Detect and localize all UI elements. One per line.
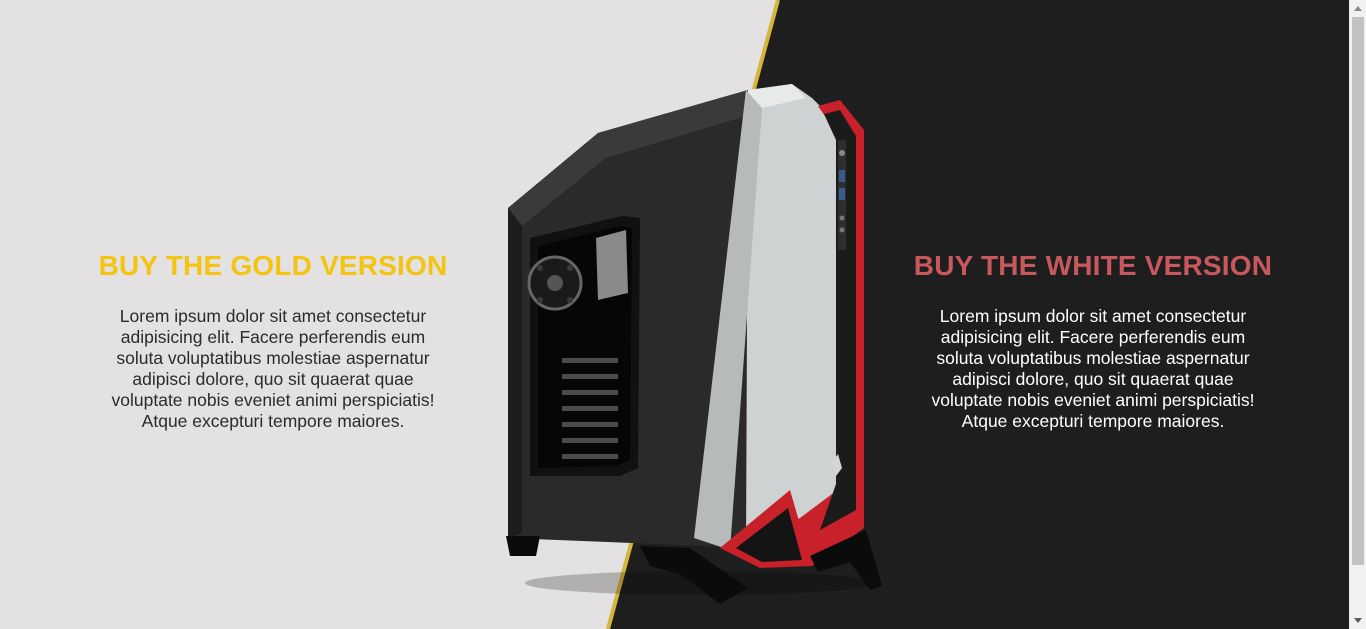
scrollbar-thumb[interactable] xyxy=(1352,17,1364,565)
split-landing-page: BUY THE GOLD VERSION Lorem ipsum dolor s… xyxy=(0,0,1366,629)
vertical-scrollbar[interactable] xyxy=(1349,0,1366,629)
white-version-panel: BUY THE WHITE VERSION Lorem ipsum dolor … xyxy=(908,248,1278,432)
gold-version-panel: BUY THE GOLD VERSION Lorem ipsum dolor s… xyxy=(90,248,456,432)
gold-version-title[interactable]: BUY THE GOLD VERSION xyxy=(90,248,456,284)
white-version-description: Lorem ipsum dolor sit amet consectetur a… xyxy=(931,306,1255,431)
white-version-title[interactable]: BUY THE WHITE VERSION xyxy=(908,248,1278,284)
gold-version-description: Lorem ipsum dolor sit amet consectetur a… xyxy=(111,306,435,431)
scroll-down-icon[interactable] xyxy=(1354,618,1362,623)
pc-case-image xyxy=(506,84,882,604)
scroll-up-icon[interactable] xyxy=(1354,6,1362,11)
